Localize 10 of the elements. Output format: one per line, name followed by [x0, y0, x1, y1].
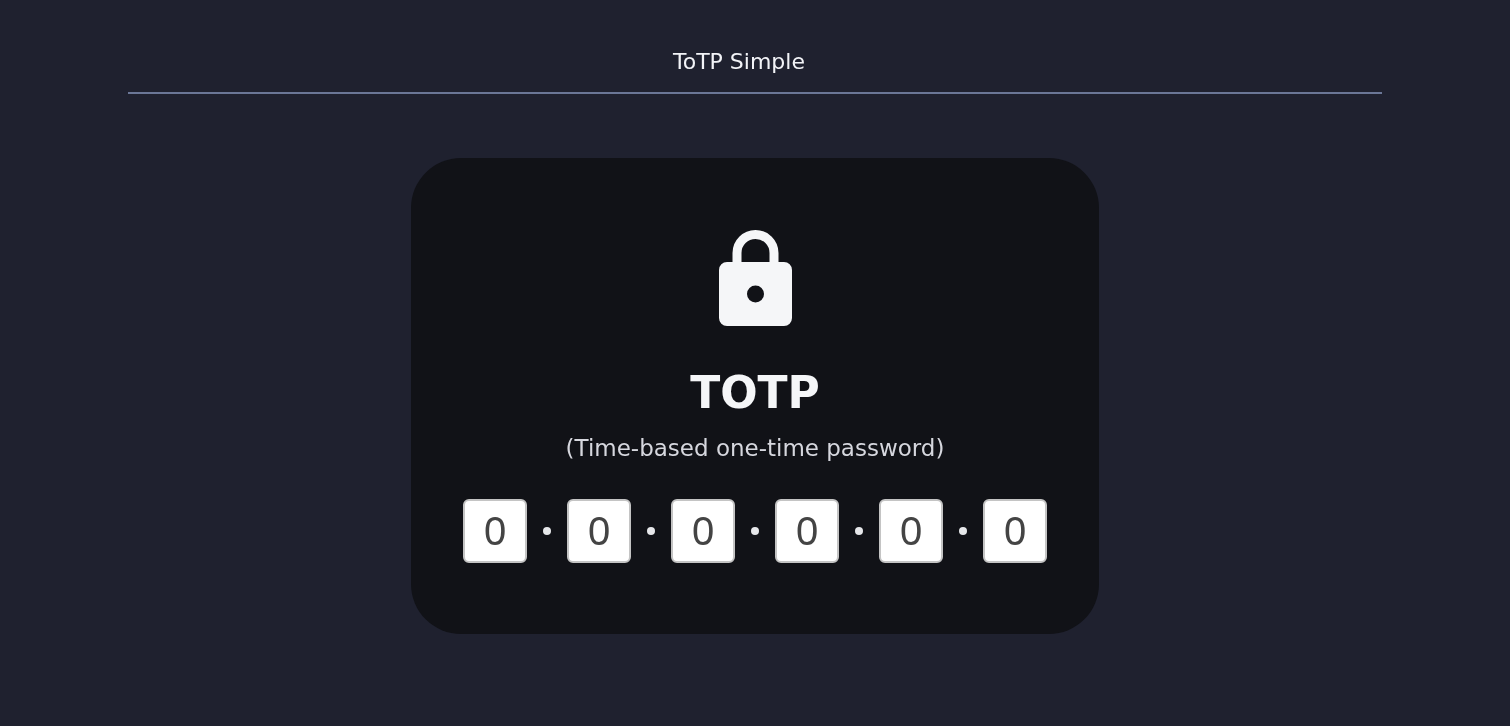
- digit-field[interactable]: 0: [567, 499, 631, 563]
- digit-field[interactable]: 0: [983, 499, 1047, 563]
- card-title: TOTP: [690, 366, 820, 420]
- card-subtitle: (Time-based one-time password): [565, 434, 945, 463]
- digit-field[interactable]: 0: [463, 499, 527, 563]
- app-title: ToTP Simple: [673, 48, 805, 76]
- digit-field[interactable]: 0: [879, 499, 943, 563]
- digit-field[interactable]: 0: [671, 499, 735, 563]
- lock-icon: [718, 230, 792, 326]
- digit-field[interactable]: 0: [775, 499, 839, 563]
